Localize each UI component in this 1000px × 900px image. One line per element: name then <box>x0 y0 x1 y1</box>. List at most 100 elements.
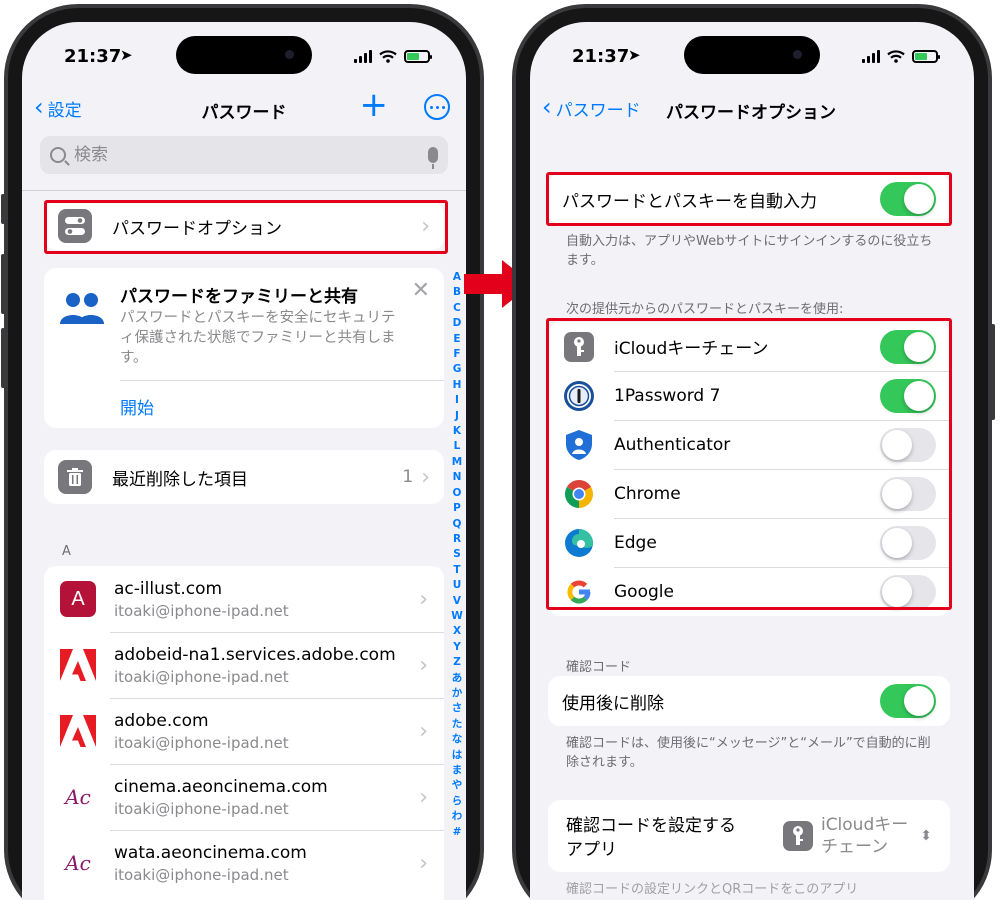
adobe-icon <box>60 647 96 683</box>
index-letter[interactable]: R <box>453 532 461 547</box>
index-letter[interactable]: D <box>453 316 462 331</box>
trash-icon <box>58 460 92 494</box>
highlight-box <box>44 200 448 254</box>
deleted-count: 1 <box>402 467 414 487</box>
index-letter[interactable]: E <box>453 332 460 347</box>
left-phone: 21:37 ➤ ‹ 設定 パスワード + 検索 パスワードオプション › パスワ… <box>1 4 484 900</box>
recently-deleted-label: 最近削除した項目 <box>112 469 248 490</box>
microphone-icon[interactable] <box>428 147 438 169</box>
aeon-cinema-icon: Ac <box>60 779 96 815</box>
battery-icon <box>404 50 432 63</box>
key-icon <box>782 821 813 851</box>
wifi-icon <box>887 50 905 63</box>
index-letter[interactable]: P <box>453 501 461 516</box>
user-name: itoaki@iphone-ipad.net <box>114 865 289 884</box>
index-letter[interactable]: は <box>452 748 463 763</box>
index-letter[interactable]: K <box>453 424 461 439</box>
back-button[interactable]: ‹ パスワード <box>542 95 641 121</box>
code-app-card: 確認コードを設定する アプリ iCloudキー チェーン ⬍ <box>548 800 950 872</box>
index-letter[interactable]: か <box>452 686 463 701</box>
index-letter[interactable]: X <box>453 624 461 639</box>
page-title: パスワード <box>201 103 287 123</box>
site-name: adobeid-na1.services.adobe.com <box>114 644 396 665</box>
delete-after-use-row: 使用後に削除 <box>548 676 950 726</box>
index-letter[interactable]: A <box>453 270 461 285</box>
list-item[interactable]: adobeid-na1.services.adobe.com itoaki@ip… <box>44 632 444 698</box>
ac-illust-letter: A <box>71 587 85 610</box>
code-app-picker[interactable]: iCloudキー チェーン ⬍ <box>782 814 932 858</box>
header-divider <box>22 190 466 191</box>
status-bar: 21:37 ➤ <box>22 46 466 70</box>
aeon-cinema-icon: Ac <box>60 845 96 881</box>
location-arrow-icon: ➤ <box>628 46 641 64</box>
site-name: adobe.com <box>114 710 209 731</box>
location-arrow-icon: ➤ <box>120 46 133 64</box>
close-icon[interactable]: ✕ <box>412 278 430 303</box>
index-letter[interactable]: Q <box>453 517 462 532</box>
user-name: itoaki@iphone-ipad.net <box>114 733 289 752</box>
index-letter[interactable]: G <box>453 362 462 377</box>
index-letter[interactable]: わ <box>452 809 463 824</box>
alphabet-index[interactable]: A B C D E F G H I J K L M N O P Q R S T U V W X Y Z あかさたなはまやらわ # <box>450 270 464 840</box>
start-button[interactable]: 開始 <box>120 394 154 419</box>
autofill-note: 自動入力は、アプリやWebサイトにサインインするのに役立ちます。 <box>566 234 933 268</box>
code-app-label-line1: 確認コードを設定する <box>566 816 736 836</box>
index-letter[interactable]: ま <box>452 763 463 778</box>
site-name: ac-illust.com <box>114 578 223 599</box>
list-item[interactable]: A ac-illust.com itoaki@iphone-ipad.net › <box>44 566 444 632</box>
delete-after-use-toggle[interactable] <box>880 684 936 718</box>
index-letter[interactable]: O <box>453 486 462 501</box>
index-letter[interactable]: V <box>453 594 461 609</box>
index-letter[interactable]: U <box>453 578 462 593</box>
user-name: itoaki@iphone-ipad.net <box>114 601 289 620</box>
index-letter[interactable]: た <box>452 717 463 732</box>
delete-after-use-label: 使用後に削除 <box>562 693 664 714</box>
search-field[interactable] <box>40 136 448 174</box>
aeon-cinema-letter: Ac <box>65 851 91 875</box>
adobe-icon <box>60 713 96 749</box>
index-letter[interactable]: # <box>453 825 462 840</box>
index-letter[interactable]: L <box>454 439 461 454</box>
index-letter[interactable]: Y <box>453 640 461 655</box>
index-letter[interactable]: F <box>453 347 460 362</box>
composite-screenshot: 21:37 ➤ ‹ 設定 パスワード + 検索 パスワードオプション › パスワ… <box>0 0 1000 900</box>
search-input[interactable] <box>74 145 428 165</box>
chevron-right-icon: › <box>419 850 428 876</box>
code-app-label-line2: アプリ <box>566 840 617 860</box>
index-letter[interactable]: S <box>453 547 461 562</box>
index-letter[interactable]: な <box>452 732 463 747</box>
index-letter[interactable]: N <box>453 470 462 485</box>
bottom-note: 確認コードの設定リンクとQRコードをこのアプリ <box>566 882 859 897</box>
recently-deleted-card: 最近削除した項目 1 › <box>44 450 444 504</box>
aeon-cinema-letter: Ac <box>65 785 91 809</box>
list-item[interactable]: adobe.com itoaki@iphone-ipad.net › <box>44 698 444 764</box>
list-item[interactable]: Ac cinema.aeoncinema.com itoaki@iphone-i… <box>44 764 444 830</box>
index-letter[interactable]: B <box>453 285 461 300</box>
search-icon <box>50 147 66 163</box>
index-letter[interactable]: や <box>452 778 463 793</box>
index-letter[interactable]: さ <box>452 701 463 716</box>
password-options-screen: 21:37 ➤ ‹ パスワード パスワードオプション パスワードとパスキーを自動… <box>530 22 974 900</box>
index-letter[interactable]: Z <box>453 655 461 670</box>
status-bar: 21:37 ➤ <box>530 46 974 70</box>
delete-after-use-card: 使用後に削除 <box>548 676 950 726</box>
add-password-button[interactable]: + <box>360 88 389 122</box>
chevron-up-down-icon: ⬍ <box>920 828 932 844</box>
index-letter[interactable]: ら <box>452 794 463 809</box>
highlight-box <box>546 172 952 226</box>
password-list: A ac-illust.com itoaki@iphone-ipad.net ›… <box>44 566 444 900</box>
code-app-label: 確認コードを設定する アプリ <box>566 814 736 862</box>
index-letter[interactable]: I <box>455 393 459 408</box>
more-options-button[interactable] <box>424 94 450 120</box>
index-letter[interactable]: M <box>452 455 462 470</box>
list-item[interactable]: Ac wata.aeoncinema.com itoaki@iphone-ipa… <box>44 830 444 896</box>
index-letter[interactable]: W <box>451 609 463 624</box>
index-letter[interactable]: J <box>455 409 459 424</box>
index-letter[interactable]: T <box>453 563 460 578</box>
chevron-right-icon: › <box>419 718 428 744</box>
index-letter[interactable]: あ <box>452 671 463 686</box>
index-letter[interactable]: C <box>453 301 461 316</box>
recently-deleted-row[interactable]: 最近削除した項目 1 › <box>44 450 444 504</box>
index-letter[interactable]: H <box>453 378 462 393</box>
share-title: パスワードをファミリーと共有 <box>120 287 358 307</box>
